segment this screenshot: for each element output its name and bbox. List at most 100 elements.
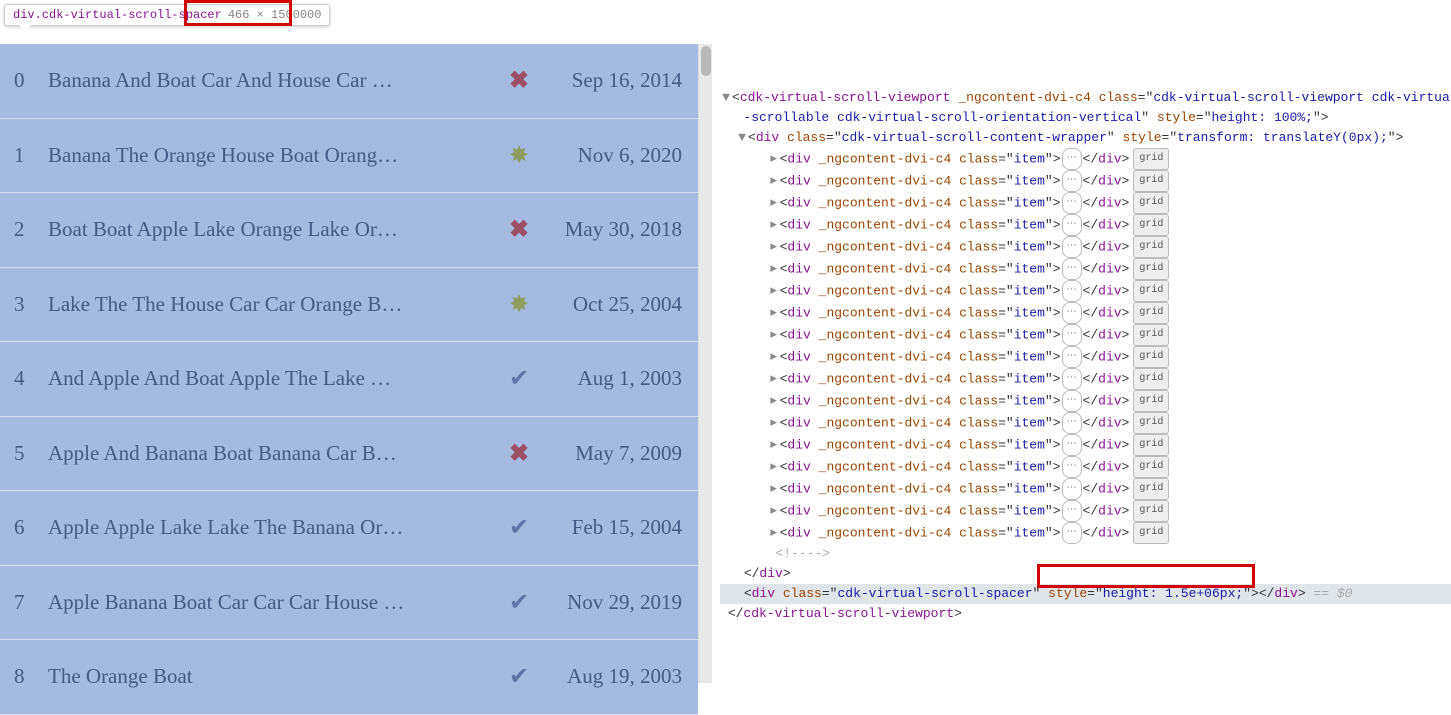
ellipsis-icon[interactable]: ⋯ [1062, 236, 1082, 258]
ellipsis-icon[interactable]: ⋯ [1062, 434, 1082, 456]
list-body[interactable]: 0Banana And Boat Car And House Car …✖Sep… [0, 44, 698, 683]
item-date: May 30, 2018 [542, 217, 682, 242]
expand-arrow-icon[interactable]: ▸ [768, 259, 780, 279]
grid-badge[interactable]: grid [1133, 456, 1169, 478]
ellipsis-icon[interactable]: ⋯ [1062, 368, 1082, 390]
grid-badge[interactable]: grid [1133, 368, 1169, 390]
expand-arrow-icon[interactable]: ▸ [768, 149, 780, 169]
list-item[interactable]: 5Apple And Banana Boat Banana Car B…✖May… [0, 417, 698, 492]
grid-badge[interactable]: grid [1133, 148, 1169, 170]
collapse-arrow-icon[interactable]: ▼ [720, 88, 732, 108]
dom-tree-line[interactable]: ▸<div _ngcontent-dvi-c4 class="item">⋯</… [720, 456, 1451, 478]
list-item[interactable]: 4And Apple And Boat Apple The Lake …✔Aug… [0, 342, 698, 417]
expand-arrow-icon[interactable]: ▸ [768, 171, 780, 191]
expand-arrow-icon[interactable]: ▸ [768, 479, 780, 499]
ellipsis-icon[interactable]: ⋯ [1062, 280, 1082, 302]
grid-badge[interactable]: grid [1133, 346, 1169, 368]
grid-badge[interactable]: grid [1133, 522, 1169, 544]
dom-tree-line[interactable]: ▸<div _ngcontent-dvi-c4 class="item">⋯</… [720, 258, 1451, 280]
ellipsis-icon[interactable]: ⋯ [1062, 390, 1082, 412]
dom-tree-line[interactable]: ▼<div class="cdk-virtual-scroll-content-… [720, 128, 1451, 148]
list-item[interactable]: 3Lake The The House Car Car Orange B…✸Oc… [0, 268, 698, 343]
expand-arrow-icon[interactable]: ▸ [768, 237, 780, 257]
dom-tree-line[interactable]: ▸<div _ngcontent-dvi-c4 class="item">⋯</… [720, 478, 1451, 500]
dom-tree-line[interactable]: ▸<div _ngcontent-dvi-c4 class="item">⋯</… [720, 214, 1451, 236]
expand-arrow-icon[interactable]: ▸ [768, 457, 780, 477]
item-index: 0 [14, 68, 48, 93]
grid-badge[interactable]: grid [1133, 434, 1169, 456]
devtools-elements-panel[interactable]: ▼<cdk-virtual-scroll-viewport _ngcontent… [712, 0, 1451, 683]
dom-tree-line[interactable]: -scrollable cdk-virtual-scroll-orientati… [720, 108, 1451, 128]
expand-arrow-icon[interactable]: ▸ [768, 193, 780, 213]
dom-tree-line[interactable]: ▸<div _ngcontent-dvi-c4 class="item">⋯</… [720, 302, 1451, 324]
ellipsis-icon[interactable]: ⋯ [1062, 478, 1082, 500]
expand-arrow-icon[interactable]: ▸ [768, 347, 780, 367]
list-item[interactable]: 1Banana The Orange House Boat Orang…✸Nov… [0, 119, 698, 194]
expand-arrow-icon[interactable]: ▸ [768, 501, 780, 521]
grid-badge[interactable]: grid [1133, 500, 1169, 522]
grid-badge[interactable]: grid [1133, 302, 1169, 324]
dom-tree-line[interactable]: <div class="cdk-virtual-scroll-spacer" s… [720, 584, 1451, 604]
ellipsis-icon[interactable]: ⋯ [1062, 500, 1082, 522]
ellipsis-icon[interactable]: ⋯ [1062, 192, 1082, 214]
dom-tree-line[interactable]: ▸<div _ngcontent-dvi-c4 class="item">⋯</… [720, 192, 1451, 214]
dom-tree-line[interactable]: ▸<div _ngcontent-dvi-c4 class="item">⋯</… [720, 390, 1451, 412]
dom-tree-line[interactable]: ▸<div _ngcontent-dvi-c4 class="item">⋯</… [720, 346, 1451, 368]
dom-tree-line[interactable]: ▸<div _ngcontent-dvi-c4 class="item">⋯</… [720, 280, 1451, 302]
grid-badge[interactable]: grid [1133, 214, 1169, 236]
grid-badge[interactable]: grid [1133, 280, 1169, 302]
ellipsis-icon[interactable]: ⋯ [1062, 412, 1082, 434]
ellipsis-icon[interactable]: ⋯ [1062, 324, 1082, 346]
tooltip-dimensions: 466 × 1500000 [228, 8, 322, 22]
item-title: Boat Boat Apple Lake Orange Lake Or… [48, 217, 496, 242]
ellipsis-icon[interactable]: ⋯ [1062, 456, 1082, 478]
dom-tree-line[interactable]: </div> [720, 564, 1451, 584]
expand-arrow-icon[interactable]: ▸ [768, 325, 780, 345]
dom-tree-line[interactable]: ▸<div _ngcontent-dvi-c4 class="item">⋯</… [720, 236, 1451, 258]
ellipsis-icon[interactable]: ⋯ [1062, 346, 1082, 368]
ellipsis-icon[interactable]: ⋯ [1062, 214, 1082, 236]
dom-tree-line[interactable]: ▸<div _ngcontent-dvi-c4 class="item">⋯</… [720, 324, 1451, 346]
ellipsis-icon[interactable]: ⋯ [1062, 148, 1082, 170]
ellipsis-icon[interactable]: ⋯ [1062, 302, 1082, 324]
ellipsis-icon[interactable]: ⋯ [1062, 170, 1082, 192]
grid-badge[interactable]: grid [1133, 192, 1169, 214]
grid-badge[interactable]: grid [1133, 390, 1169, 412]
list-item[interactable]: 2Boat Boat Apple Lake Orange Lake Or…✖Ma… [0, 193, 698, 268]
check-icon: ✔ [496, 662, 542, 691]
list-item[interactable]: 6Apple Apple Lake Lake The Banana Or…✔Fe… [0, 491, 698, 566]
grid-badge[interactable]: grid [1133, 170, 1169, 192]
grid-badge[interactable]: grid [1133, 258, 1169, 280]
dom-tree-line[interactable]: ▸<div _ngcontent-dvi-c4 class="item">⋯</… [720, 368, 1451, 390]
dom-tree-line[interactable]: </cdk-virtual-scroll-viewport> [720, 604, 1451, 624]
collapse-arrow-icon[interactable]: ▼ [736, 128, 748, 148]
scrollbar-track[interactable] [698, 44, 712, 683]
grid-badge[interactable]: grid [1133, 236, 1169, 258]
list-item[interactable]: 0Banana And Boat Car And House Car …✖Sep… [0, 44, 698, 119]
expand-arrow-icon[interactable]: ▸ [768, 523, 780, 543]
dom-tree-line[interactable]: ▼<cdk-virtual-scroll-viewport _ngcontent… [720, 88, 1451, 108]
grid-badge[interactable]: grid [1133, 324, 1169, 346]
list-item[interactable]: 8The Orange Boat✔Aug 19, 2003 [0, 640, 698, 715]
grid-badge[interactable]: grid [1133, 412, 1169, 434]
dom-tree-line[interactable]: ▸<div _ngcontent-dvi-c4 class="item">⋯</… [720, 522, 1451, 544]
ellipsis-icon[interactable]: ⋯ [1062, 522, 1082, 544]
expand-arrow-icon[interactable]: ▸ [768, 369, 780, 389]
list-item[interactable]: 7Apple Banana Boat Car Car Car House …✔N… [0, 566, 698, 641]
dom-tree-line[interactable]: <!----> [720, 544, 1451, 564]
expand-arrow-icon[interactable]: ▸ [768, 281, 780, 301]
dom-tree-line[interactable]: ▸<div _ngcontent-dvi-c4 class="item">⋯</… [720, 412, 1451, 434]
grid-badge[interactable]: grid [1133, 478, 1169, 500]
dom-tree-line[interactable]: ▸<div _ngcontent-dvi-c4 class="item">⋯</… [720, 434, 1451, 456]
expand-arrow-icon[interactable]: ▸ [768, 303, 780, 323]
expand-arrow-icon[interactable]: ▸ [768, 391, 780, 411]
dom-tree-line[interactable]: ▸<div _ngcontent-dvi-c4 class="item">⋯</… [720, 170, 1451, 192]
expand-arrow-icon[interactable]: ▸ [768, 413, 780, 433]
expand-arrow-icon[interactable]: ▸ [768, 215, 780, 235]
dom-tree-line[interactable]: ▸<div _ngcontent-dvi-c4 class="item">⋯</… [720, 500, 1451, 522]
expand-arrow-icon[interactable]: ▸ [768, 435, 780, 455]
ellipsis-icon[interactable]: ⋯ [1062, 258, 1082, 280]
scrollbar-thumb[interactable] [701, 46, 711, 76]
dom-tree-line[interactable]: ▸<div _ngcontent-dvi-c4 class="item">⋯</… [720, 148, 1451, 170]
item-index: 3 [14, 292, 48, 317]
